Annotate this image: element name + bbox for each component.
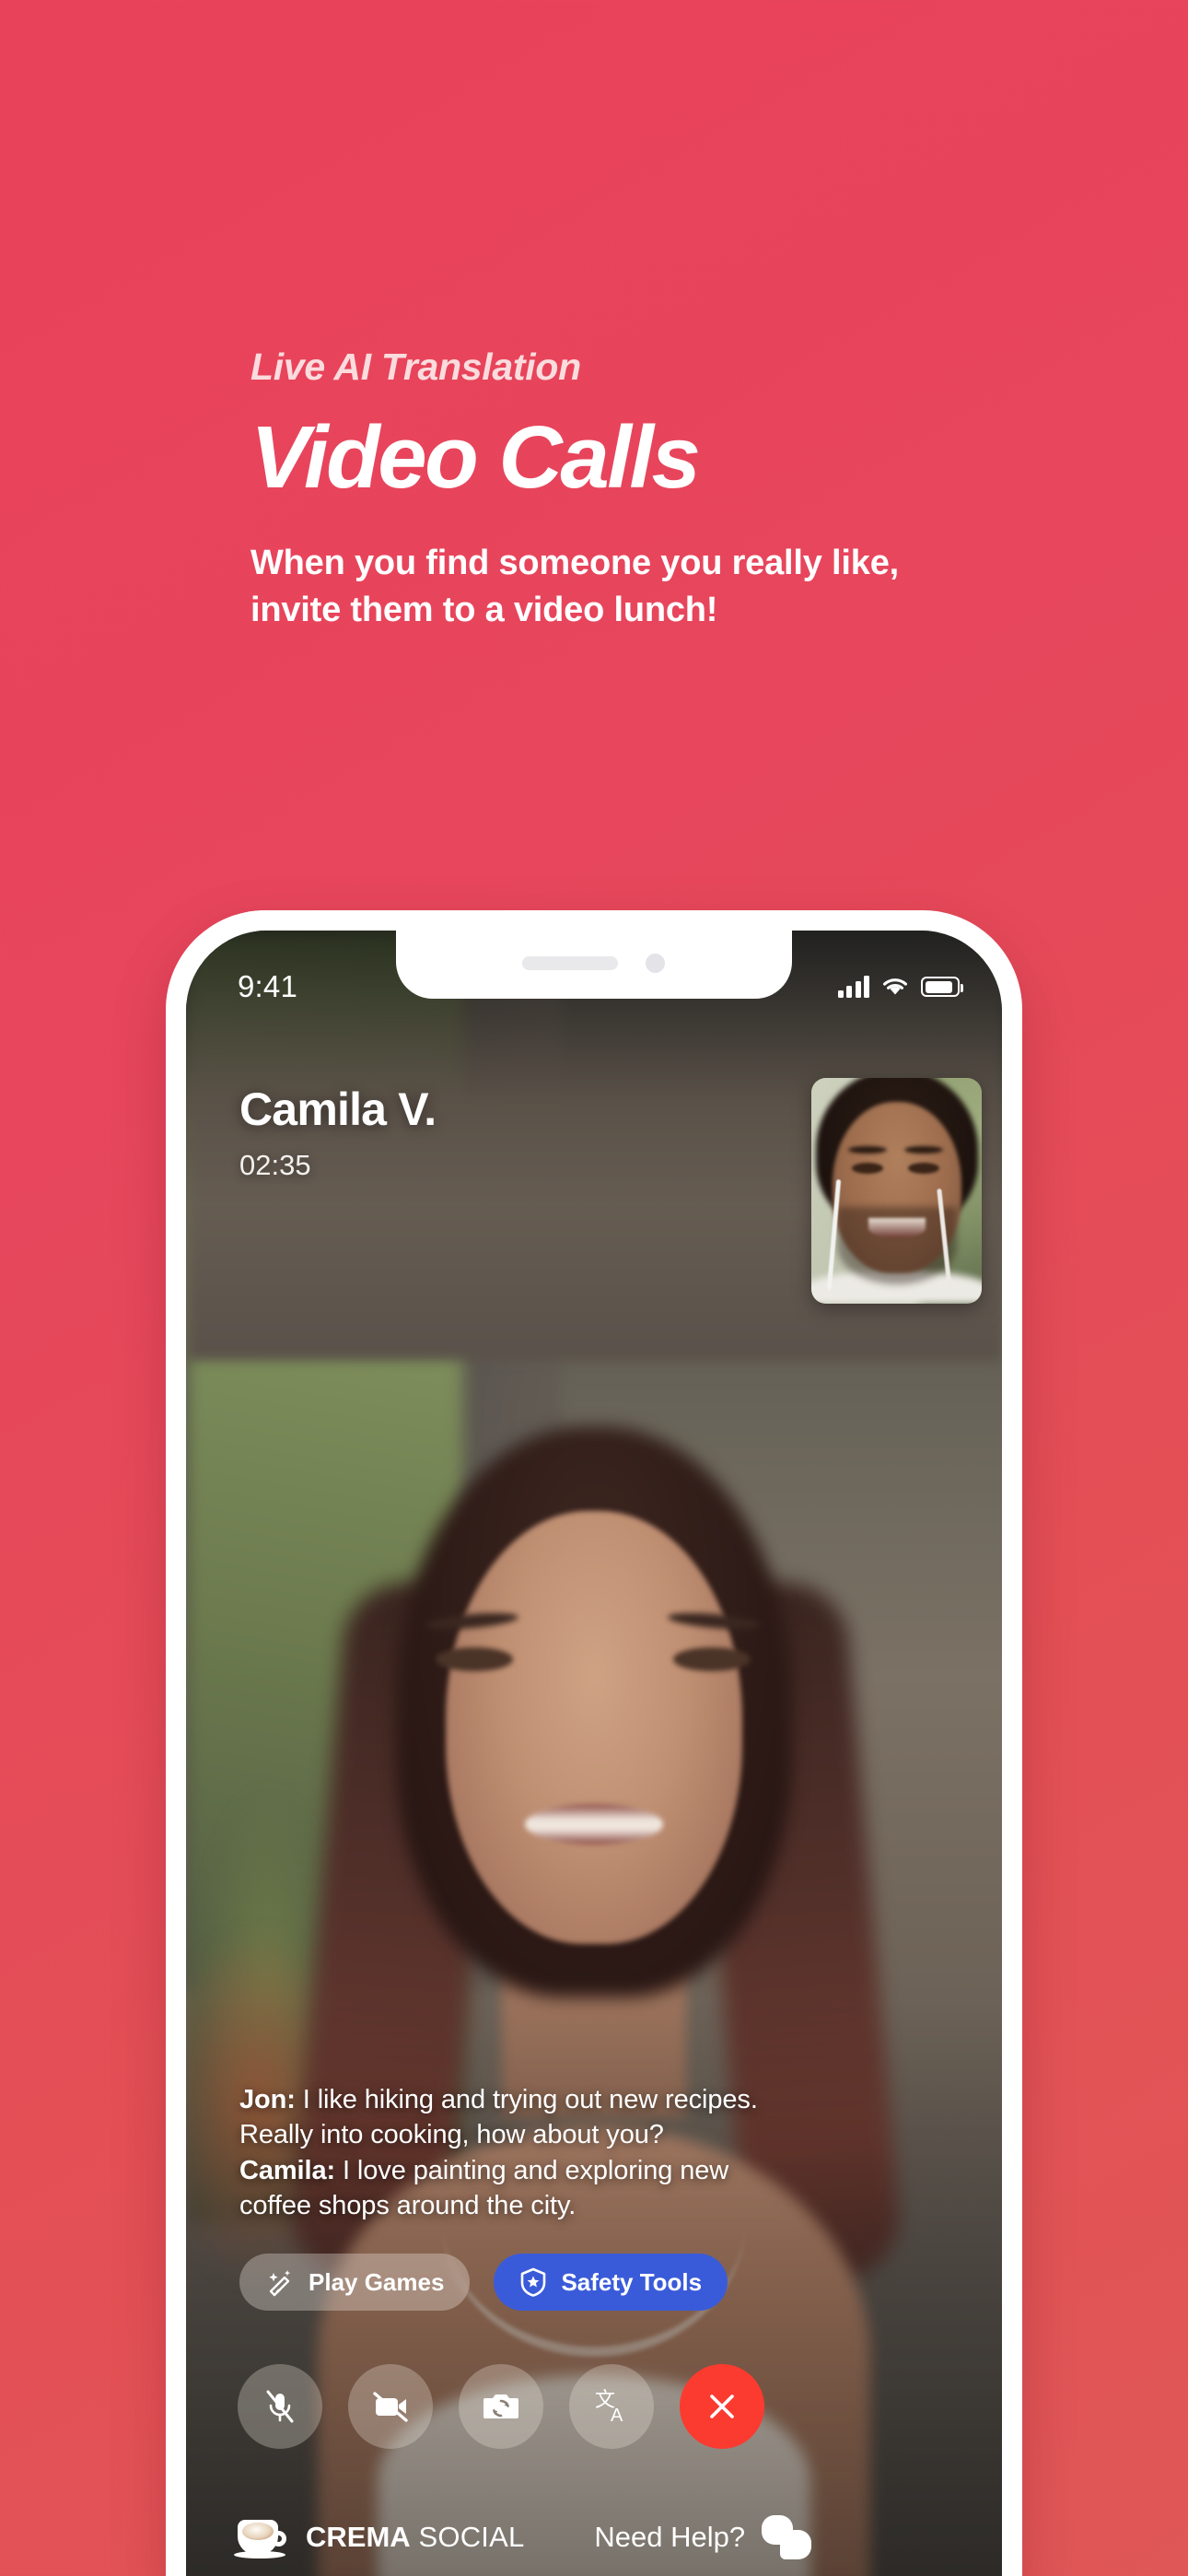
- need-help-button[interactable]: Need Help?: [594, 2515, 812, 2559]
- caption-text: I love painting and exploring new: [335, 2155, 729, 2185]
- chat-bubbles-icon: [762, 2515, 812, 2559]
- earpiece-speaker-icon: [522, 956, 619, 970]
- caption-text: I like hiking and trying out new recipes…: [295, 2084, 758, 2114]
- brand-name-light: SOCIAL: [418, 2521, 525, 2553]
- microphone-muted-icon: [266, 2390, 294, 2423]
- video-off-button[interactable]: [348, 2364, 433, 2449]
- promo-eyebrow: Live AI Translation: [250, 345, 581, 388]
- camera-flip-icon: [483, 2395, 518, 2418]
- caption-line: Camila: I love painting and exploring ne…: [239, 2153, 956, 2189]
- caller-info: Camila V. 02:35: [239, 1083, 437, 1182]
- phone-screen: 9:41 Camila V. 02:35 Jon: I like hiking …: [186, 931, 1002, 2576]
- cellular-bars-icon: [837, 976, 869, 998]
- app-footer: CREMA SOCIAL Need Help?: [186, 2515, 1002, 2559]
- call-timer: 02:35: [239, 1149, 311, 1181]
- phone-notch: [396, 931, 792, 999]
- mic-off-button[interactable]: [238, 2364, 322, 2449]
- magic-wand-icon: [269, 2270, 291, 2297]
- brand-lockup: CREMA SOCIAL: [234, 2516, 524, 2558]
- translate-button[interactable]: 文 A: [569, 2364, 654, 2449]
- caption-speaker: Camila:: [239, 2155, 336, 2185]
- front-camera-icon: [645, 954, 665, 973]
- status-time: 9:41: [238, 969, 298, 1003]
- need-help-label: Need Help?: [594, 2521, 746, 2553]
- self-view-pip[interactable]: [811, 1078, 982, 1304]
- caption-line: coffee shops around the city.: [239, 2188, 956, 2224]
- coffee-cup-icon: [234, 2516, 287, 2558]
- call-controls: 文 A: [186, 2364, 1002, 2449]
- quick-action-pills: Play Games Safety Tools: [239, 2254, 728, 2311]
- promo-header: Live AI Translation Video Calls When you…: [0, 0, 1188, 634]
- shield-star-icon: [521, 2267, 546, 2297]
- brand-name-bold: CREMA: [306, 2521, 411, 2553]
- close-x-icon: [710, 2395, 734, 2418]
- battery-icon: [921, 977, 963, 997]
- caption-line: Jon: I like hiking and trying out new re…: [239, 2082, 956, 2118]
- safety-tools-label: Safety Tools: [561, 2267, 703, 2296]
- wifi-icon: [883, 978, 907, 995]
- phone-mockup: 9:41 Camila V. 02:35 Jon: I like hiking …: [166, 910, 1022, 2576]
- flip-camera-button[interactable]: [459, 2364, 543, 2449]
- play-games-label: Play Games: [309, 2267, 445, 2296]
- end-call-button[interactable]: [680, 2364, 764, 2449]
- caption-text: coffee shops around the city.: [239, 2191, 577, 2221]
- safety-tools-button[interactable]: Safety Tools: [494, 2254, 728, 2311]
- caption-speaker: Jon:: [239, 2084, 296, 2114]
- svg-text:A: A: [611, 2406, 623, 2426]
- promo-subtitle: When you find someone you really like, i…: [250, 543, 899, 630]
- caller-name: Camila V.: [239, 1083, 437, 1135]
- live-captions: Jon: I like hiking and trying out new re…: [239, 2082, 956, 2224]
- caption-line: Really into cooking, how about you?: [239, 2117, 956, 2153]
- translate-icon: 文 A: [595, 2389, 623, 2426]
- play-games-button[interactable]: Play Games: [239, 2254, 471, 2311]
- page-title: Video Calls: [250, 408, 701, 507]
- caption-text: Really into cooking, how about you?: [239, 2120, 664, 2150]
- brand-name: CREMA SOCIAL: [306, 2521, 524, 2554]
- video-camera-muted-icon: [373, 2392, 408, 2422]
